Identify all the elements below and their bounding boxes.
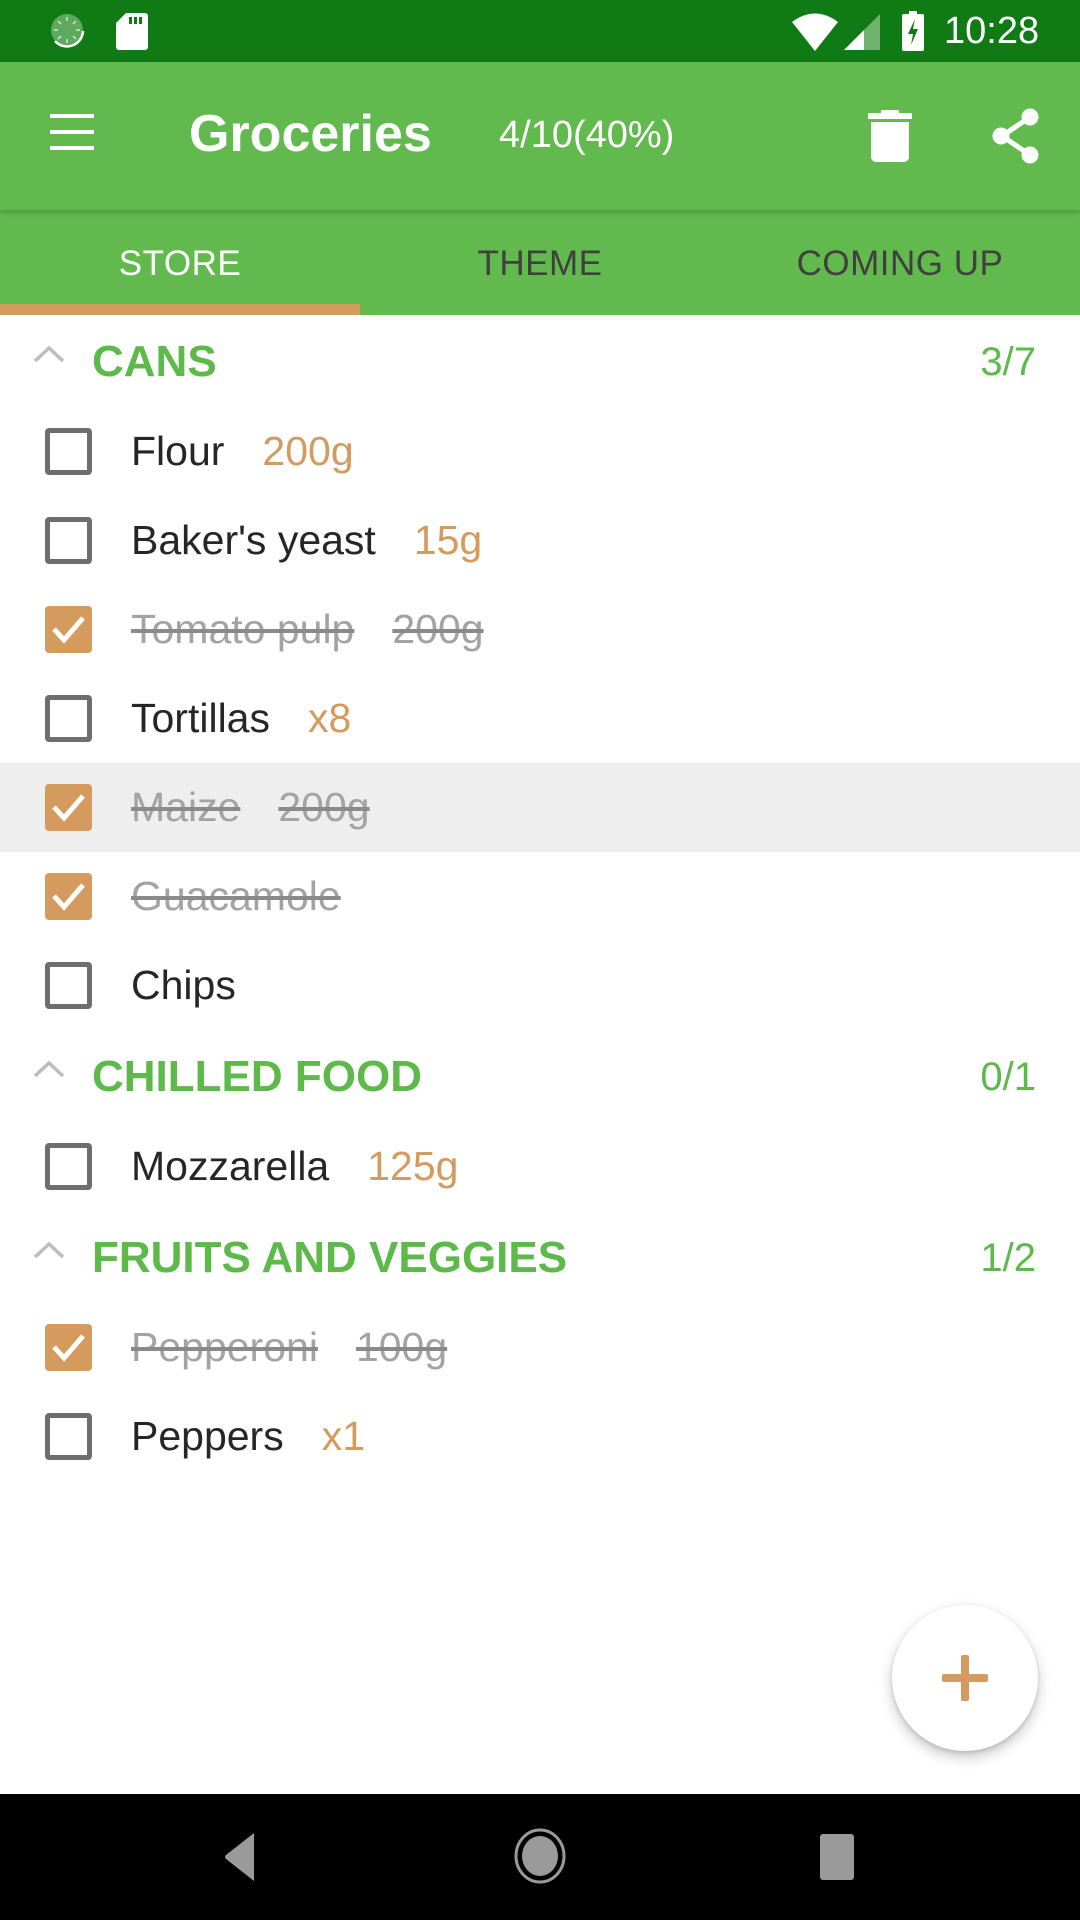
progress-counter: 4/10(40%)	[499, 114, 675, 156]
section-header[interactable]: CANS 3/7	[0, 315, 1080, 407]
item-label: Pepperoni 100g	[131, 1321, 447, 1373]
clock: 10:28	[944, 10, 1040, 52]
item-name: Tortillas	[131, 695, 270, 741]
list-item[interactable]: Guacamole	[0, 852, 1080, 941]
item-label: Mozzarella 125g	[131, 1140, 458, 1192]
tab-indicator	[0, 304, 360, 315]
wifi-icon	[792, 13, 838, 51]
tab-theme[interactable]: THEME	[360, 210, 720, 315]
section-header[interactable]: CHILLED FOOD 0/1	[0, 1030, 1080, 1122]
item-checkbox[interactable]	[45, 1324, 92, 1371]
section-title: CANS	[92, 337, 217, 386]
item-label: Tortillas x8	[131, 692, 351, 744]
item-checkbox[interactable]	[45, 695, 92, 742]
home-icon[interactable]	[514, 1828, 566, 1884]
list-item[interactable]: Baker's yeast 15g	[0, 496, 1080, 585]
sync-icon	[51, 14, 85, 48]
section-title: FRUITS AND VEGGIES	[92, 1233, 568, 1282]
status-bar: 10:28	[0, 0, 1080, 62]
item-quantity: 125g	[367, 1143, 459, 1189]
section-header[interactable]: FRUITS AND VEGGIES 1/2	[0, 1211, 1080, 1303]
item-quantity: x1	[321, 1413, 366, 1459]
grocery-list: CANS 3/7 Flour 200g Baker's yeast 15g Tomato p…	[0, 315, 1080, 1481]
item-name: Pepperoni	[131, 1324, 318, 1370]
item-name: Chips	[131, 962, 236, 1008]
item-checkbox[interactable]	[45, 428, 92, 475]
item-label: Guacamole	[131, 870, 341, 922]
list-item[interactable]: Pepperoni 100g	[0, 1303, 1080, 1392]
item-checkbox[interactable]	[45, 1413, 92, 1460]
section-count: 3/7	[980, 340, 1036, 384]
list-item[interactable]: Mozzarella 125g	[0, 1122, 1080, 1211]
item-name: Guacamole	[131, 873, 341, 919]
tab-coming-up[interactable]: COMING UP	[720, 210, 1080, 315]
item-label: Maize 200g	[131, 781, 370, 833]
checkmark-icon	[52, 883, 85, 911]
item-checkbox[interactable]	[45, 784, 92, 831]
section-count: 0/1	[980, 1055, 1036, 1099]
item-name: Mozzarella	[131, 1143, 330, 1189]
item-quantity: 200g	[392, 606, 484, 652]
checkmark-icon	[52, 794, 85, 822]
tab-bar: STORE THEME COMING UP	[0, 210, 1080, 315]
navigation-bar	[0, 1794, 1080, 1920]
item-quantity: 200g	[278, 784, 370, 830]
plus-icon	[942, 1655, 988, 1701]
list-item[interactable]: Flour 200g	[0, 407, 1080, 496]
list-item[interactable]: Tortillas x8	[0, 674, 1080, 763]
checkmark-icon	[52, 616, 85, 644]
list-item[interactable]: Maize 200g	[0, 763, 1080, 852]
app-bar: Groceries 4/10(40%)	[0, 62, 1080, 210]
item-name: Flour	[131, 428, 225, 474]
page-title: Groceries	[189, 105, 432, 163]
hamburger-menu-icon[interactable]	[46, 114, 98, 154]
list-item[interactable]: Tomato pulp 200g	[0, 585, 1080, 674]
item-name: Baker's yeast	[131, 517, 376, 563]
battery-charging-icon	[902, 11, 924, 51]
chevron-up-icon[interactable]	[33, 1241, 65, 1259]
list-item[interactable]: Chips	[0, 941, 1080, 1030]
item-label: Flour 200g	[131, 425, 354, 477]
item-name: Tomato pulp	[131, 606, 355, 652]
item-checkbox[interactable]	[45, 517, 92, 564]
item-name: Peppers	[131, 1413, 284, 1459]
item-label: Peppers x1	[131, 1410, 365, 1462]
item-label: Chips	[131, 959, 236, 1011]
list-item[interactable]: Peppers x1	[0, 1392, 1080, 1481]
item-checkbox[interactable]	[45, 606, 92, 653]
sd-card-icon	[116, 13, 148, 50]
share-icon[interactable]	[990, 108, 1042, 164]
item-name: Maize	[131, 784, 241, 830]
item-checkbox[interactable]	[45, 962, 92, 1009]
add-item-button[interactable]	[892, 1605, 1038, 1751]
chevron-up-icon[interactable]	[33, 345, 65, 363]
back-icon[interactable]	[224, 1833, 258, 1881]
cell-signal-icon	[844, 14, 880, 50]
item-quantity: 100g	[355, 1324, 448, 1370]
item-checkbox[interactable]	[45, 873, 92, 920]
checkmark-icon	[52, 1334, 85, 1362]
item-label: Baker's yeast 15g	[131, 514, 482, 566]
item-quantity: x8	[307, 695, 352, 741]
item-quantity: 200g	[262, 428, 354, 474]
tab-store[interactable]: STORE	[0, 210, 360, 315]
section-count: 1/2	[980, 1236, 1036, 1280]
item-checkbox[interactable]	[45, 1143, 92, 1190]
recents-icon[interactable]	[820, 1834, 854, 1880]
chevron-up-icon[interactable]	[33, 1060, 65, 1078]
item-label: Tomato pulp 200g	[131, 603, 484, 655]
section-title: CHILLED FOOD	[92, 1052, 422, 1101]
item-quantity: 15g	[413, 517, 483, 563]
trash-icon[interactable]	[868, 110, 912, 162]
